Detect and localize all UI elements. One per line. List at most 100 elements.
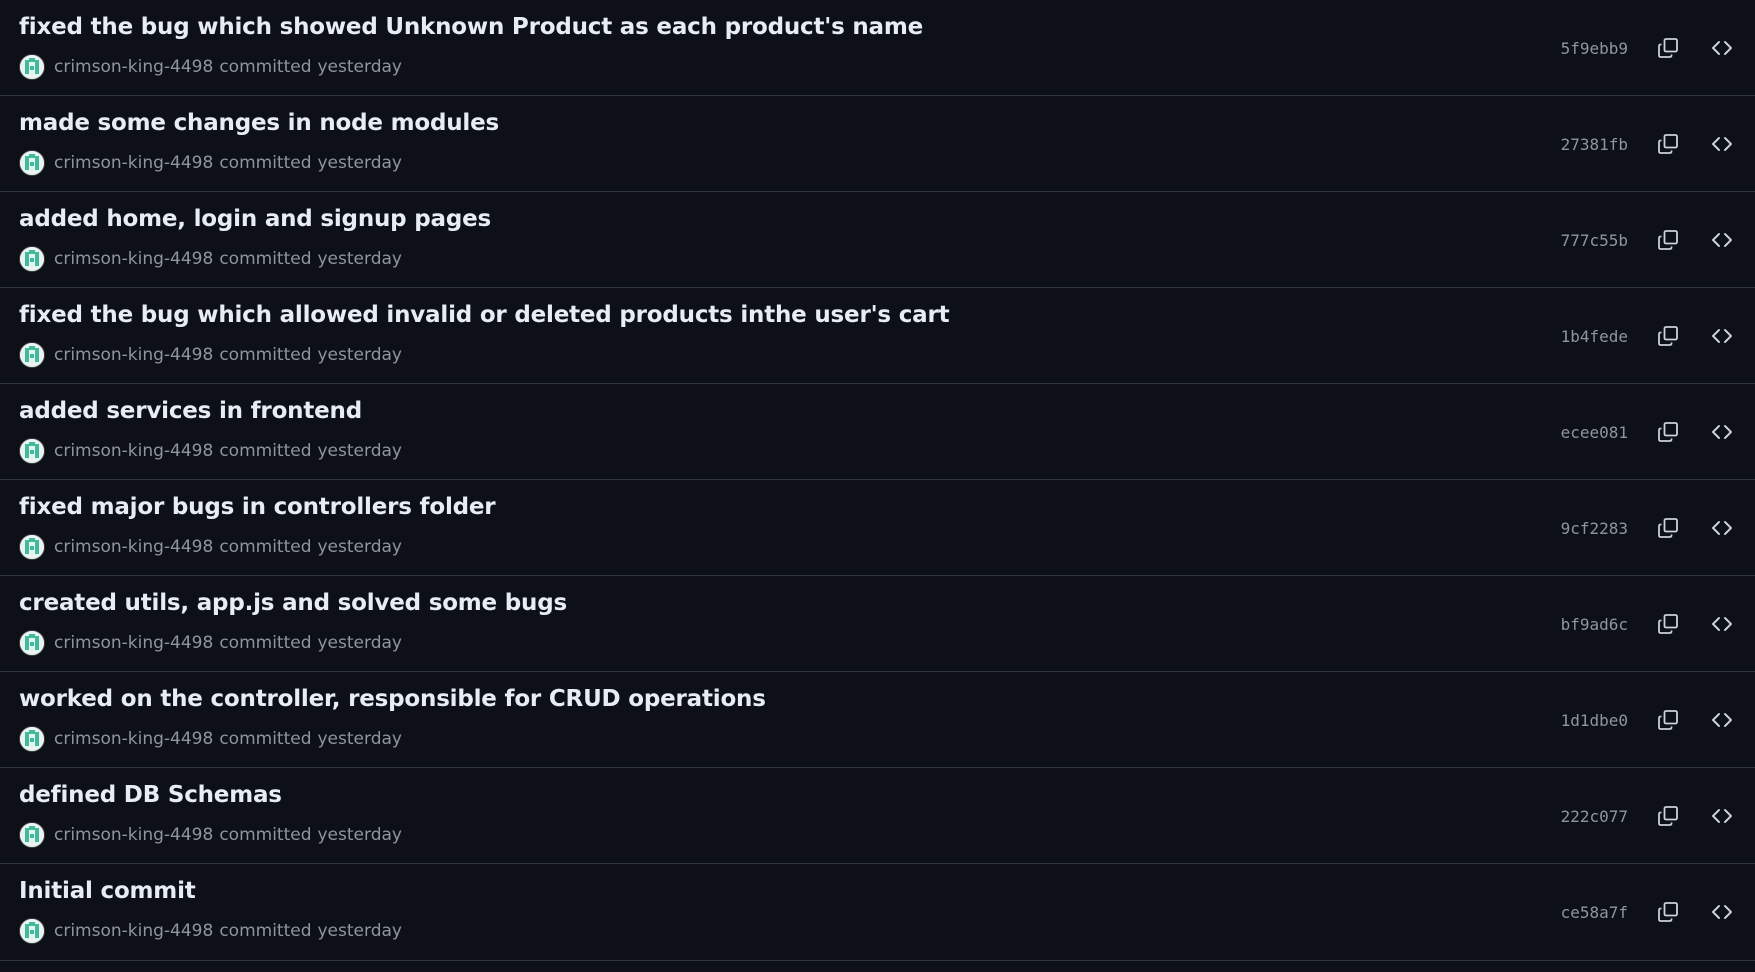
copy-sha-button[interactable] xyxy=(1648,124,1688,164)
commit-title-link[interactable]: fixed the bug which allowed invalid or d… xyxy=(19,302,950,328)
author-avatar[interactable] xyxy=(19,822,45,848)
author-avatar[interactable] xyxy=(19,438,45,464)
code-icon xyxy=(1712,233,1732,247)
commit-actions: 1b4fede xyxy=(1561,316,1755,356)
commit-title-link[interactable]: added home, login and signup pages xyxy=(19,206,491,232)
commit-title-link[interactable]: created utils, app.js and solved some bu… xyxy=(19,590,567,616)
copy-sha-button[interactable] xyxy=(1648,316,1688,356)
browse-repo-button[interactable] xyxy=(1702,28,1742,68)
copy-icon xyxy=(1658,902,1678,922)
commit-action-text: committed xyxy=(219,825,312,845)
author-avatar[interactable] xyxy=(19,246,45,272)
commit-title-link[interactable]: Initial commit xyxy=(19,878,196,904)
author-link[interactable]: crimson-king-4498 xyxy=(54,921,213,941)
commit-list: fixed the bug which showed Unknown Produ… xyxy=(0,0,1755,972)
commit-actions: ecee081 xyxy=(1561,412,1755,452)
commit-sha-link[interactable]: bf9ad6c xyxy=(1561,615,1628,634)
commit-row: defined DB Schemas crimson-king-4498 com… xyxy=(0,768,1755,864)
browse-repo-button[interactable] xyxy=(1702,796,1742,836)
browse-repo-button[interactable] xyxy=(1702,316,1742,356)
copy-icon xyxy=(1658,518,1678,538)
copy-icon xyxy=(1658,134,1678,154)
commit-action-text: committed xyxy=(219,345,312,365)
commit-actions: bf9ad6c xyxy=(1561,604,1755,644)
commit-actions: 1d1dbe0 xyxy=(1561,700,1755,740)
copy-sha-button[interactable] xyxy=(1648,220,1688,260)
author-avatar[interactable] xyxy=(19,54,45,80)
browse-repo-button[interactable] xyxy=(1702,220,1742,260)
commit-time: yesterday xyxy=(317,153,402,173)
copy-sha-button[interactable] xyxy=(1648,604,1688,644)
author-avatar[interactable] xyxy=(19,534,45,560)
author-link[interactable]: crimson-king-4498 xyxy=(54,441,213,461)
author-link[interactable]: crimson-king-4498 xyxy=(54,249,213,269)
commit-title-link[interactable]: worked on the controller, responsible fo… xyxy=(19,686,766,712)
code-icon xyxy=(1712,521,1732,535)
commit-meta: crimson-king-4498 committed yesterday xyxy=(19,533,402,561)
commit-sha-link[interactable]: ecee081 xyxy=(1561,423,1628,442)
commit-sha-link[interactable]: 27381fb xyxy=(1561,135,1628,154)
copy-icon xyxy=(1658,422,1678,442)
copy-sha-button[interactable] xyxy=(1648,700,1688,740)
browse-repo-button[interactable] xyxy=(1702,892,1742,932)
commit-meta: crimson-king-4498 committed yesterday xyxy=(19,629,402,657)
copy-icon xyxy=(1658,326,1678,346)
browse-repo-button[interactable] xyxy=(1702,508,1742,548)
commit-sha-link[interactable]: 777c55b xyxy=(1561,231,1628,250)
commit-time: yesterday xyxy=(317,921,402,941)
commit-sha-link[interactable]: 1d1dbe0 xyxy=(1561,711,1628,730)
copy-icon xyxy=(1658,38,1678,58)
commit-sha-link[interactable]: 5f9ebb9 xyxy=(1561,39,1628,58)
browse-repo-button[interactable] xyxy=(1702,412,1742,452)
author-link[interactable]: crimson-king-4498 xyxy=(54,633,213,653)
copy-sha-button[interactable] xyxy=(1648,892,1688,932)
commit-title-link[interactable]: fixed the bug which showed Unknown Produ… xyxy=(19,14,923,40)
browse-repo-button[interactable] xyxy=(1702,700,1742,740)
browse-repo-button[interactable] xyxy=(1702,604,1742,644)
commit-action-text: committed xyxy=(219,441,312,461)
code-icon xyxy=(1712,809,1732,823)
commit-sha-link[interactable]: ce58a7f xyxy=(1561,903,1628,922)
code-icon xyxy=(1712,41,1732,55)
copy-sha-button[interactable] xyxy=(1648,796,1688,836)
author-avatar[interactable] xyxy=(19,918,45,944)
code-icon xyxy=(1712,617,1732,631)
commit-time: yesterday xyxy=(317,825,402,845)
commit-sha-link[interactable]: 222c077 xyxy=(1561,807,1628,826)
code-icon xyxy=(1712,713,1732,727)
author-avatar[interactable] xyxy=(19,630,45,656)
browse-repo-button[interactable] xyxy=(1702,124,1742,164)
commit-action-text: committed xyxy=(219,249,312,269)
commit-meta: crimson-king-4498 committed yesterday xyxy=(19,725,402,753)
author-link[interactable]: crimson-king-4498 xyxy=(54,345,213,365)
commit-time: yesterday xyxy=(317,537,402,557)
copy-sha-button[interactable] xyxy=(1648,412,1688,452)
author-link[interactable]: crimson-king-4498 xyxy=(54,57,213,77)
commit-meta: crimson-king-4498 committed yesterday xyxy=(19,821,402,849)
author-link[interactable]: crimson-king-4498 xyxy=(54,537,213,557)
commit-title-link[interactable]: made some changes in node modules xyxy=(19,110,499,136)
commit-actions: 27381fb xyxy=(1561,124,1755,164)
commit-action-text: committed xyxy=(219,57,312,77)
copy-sha-button[interactable] xyxy=(1648,28,1688,68)
commit-actions: 9cf2283 xyxy=(1561,508,1755,548)
commit-row: added home, login and signup pages crims… xyxy=(0,192,1755,288)
author-link[interactable]: crimson-king-4498 xyxy=(54,825,213,845)
author-link[interactable]: crimson-king-4498 xyxy=(54,729,213,749)
author-link[interactable]: crimson-king-4498 xyxy=(54,153,213,173)
commit-sha-link[interactable]: 9cf2283 xyxy=(1561,519,1628,538)
commit-row: fixed the bug which allowed invalid or d… xyxy=(0,288,1755,384)
commit-time: yesterday xyxy=(317,441,402,461)
copy-sha-button[interactable] xyxy=(1648,508,1688,548)
author-avatar[interactable] xyxy=(19,150,45,176)
commit-title-link[interactable]: defined DB Schemas xyxy=(19,782,282,808)
copy-icon xyxy=(1658,806,1678,826)
author-avatar[interactable] xyxy=(19,726,45,752)
code-icon xyxy=(1712,329,1732,343)
author-avatar[interactable] xyxy=(19,342,45,368)
commit-meta: crimson-king-4498 committed yesterday xyxy=(19,437,402,465)
commit-title-link[interactable]: fixed major bugs in controllers folder xyxy=(19,494,496,520)
commit-title-link[interactable]: added services in frontend xyxy=(19,398,362,424)
commit-row: made some changes in node modules crimso… xyxy=(0,96,1755,192)
commit-sha-link[interactable]: 1b4fede xyxy=(1561,327,1628,346)
